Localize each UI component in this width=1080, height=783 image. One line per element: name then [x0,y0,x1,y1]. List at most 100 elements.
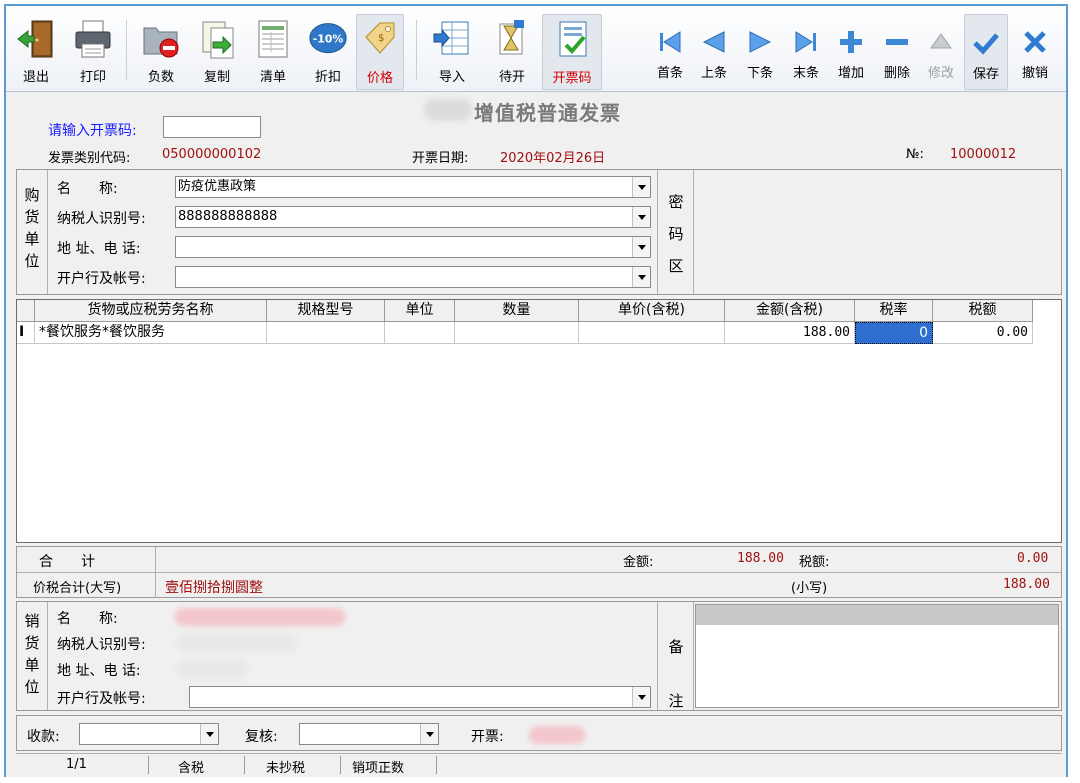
last-record-button[interactable]: 末条 [786,14,826,90]
cancel-button[interactable]: 撤销 [1012,14,1058,90]
next-record-button[interactable]: 下条 [740,14,780,90]
import-button[interactable]: 导入 [426,14,478,90]
save-label: 保存 [972,67,999,82]
status-page: 1/1 [66,757,87,772]
divider [47,170,48,294]
discount-badge-icon: -10% [309,23,347,54]
exit-button[interactable]: 退出 [12,14,60,90]
buyer-taxid-combo[interactable]: 888888888888 [175,206,651,228]
unit-cell[interactable] [385,322,455,344]
pending-button[interactable]: 待开 [486,14,538,90]
buyer-taxid-label: 纳税人识别号: [57,211,146,227]
buyer-name-label: 名 称: [57,181,118,197]
seller-bank-combo[interactable] [189,686,651,708]
negative-button[interactable]: 负数 [136,14,186,90]
unit-price-cell[interactable] [579,322,725,344]
redacted-seller-name [175,608,345,626]
status-tax-mode: 含税 [178,761,205,776]
buyer-label-char: 单 [24,230,40,248]
prev-record-button[interactable]: 上条 [694,14,734,90]
cipher-label-char: 区 [668,257,684,275]
buyer-label-char: 位 [24,252,40,270]
invoice-code-button[interactable]: 开票码 [542,14,602,90]
divider [657,602,658,710]
date-value: 2020年02月26日 [500,151,606,166]
spec-cell[interactable] [267,322,385,344]
chevron-down-icon[interactable] [632,207,650,227]
issuer-label: 开票: [471,729,504,745]
seller-label-char: 单 [24,656,40,674]
invoice-window: 退出 打印 负数 复制 清单 -10% 折扣 $ 价格 导入 待开 开票码 首条… [4,4,1068,777]
table-header: 税额 [933,300,1033,322]
remark-textarea[interactable] [695,604,1059,708]
grand-total-lower-label: (小写) [791,581,828,596]
invoice-form: 增值税普通发票 请输入开票码: 发票类别代码: 050000000102 开票日… [6,93,1066,777]
pending-label: 待开 [498,70,525,85]
total-tax-value: 0.00 [1017,551,1049,566]
status-divider [340,756,341,774]
import-sheet-icon [433,21,469,55]
seller-taxid-label: 纳税人识别号: [57,637,146,653]
reviewer-combo[interactable] [299,723,439,745]
chevron-down-icon[interactable] [632,237,650,257]
chevron-down-icon[interactable] [420,724,438,744]
buyer-vertical-label: 购 货 单 位 [23,184,41,272]
chevron-down-icon[interactable] [632,687,650,707]
amount-cell[interactable]: 188.00 [725,322,855,344]
payee-combo[interactable] [79,723,219,745]
divider [657,170,658,294]
tax-rate-cell[interactable]: 0 [855,322,933,344]
redacted-seller-address [177,660,247,678]
print-button[interactable]: 打印 [68,14,118,90]
list-label: 清单 [259,70,286,85]
divider [155,573,156,598]
negative-label: 负数 [147,70,174,85]
reviewer-label: 复核: [245,729,278,745]
chevron-down-icon[interactable] [200,724,218,744]
invoice-code-input[interactable] [163,116,261,138]
buyer-name-value: 防疫优惠政策 [178,179,257,194]
toolbar-separator [126,20,127,80]
status-divider [148,756,149,774]
buyer-address-combo[interactable] [175,236,651,258]
hourglass-icon [499,20,524,55]
quantity-cell[interactable] [455,322,579,344]
negative-folder-icon [143,27,179,58]
next-record-label: 下条 [746,66,773,81]
copy-button[interactable]: 复制 [192,14,242,90]
add-row-label: 增加 [837,66,864,81]
buyer-address-label: 地 址、电 话: [57,241,141,257]
first-record-button[interactable]: 首条 [650,14,690,90]
discount-button[interactable]: -10% 折扣 [302,14,354,90]
buyer-taxid-value: 888888888888 [178,209,278,224]
tax-amount-cell[interactable]: 0.00 [933,322,1033,344]
buyer-label-char: 购 [24,186,40,204]
remark-header-bar [696,605,1058,625]
divider [47,602,48,710]
chevron-down-icon[interactable] [632,177,650,197]
seller-name-label: 名 称: [57,611,118,627]
table-header: 单位 [385,300,455,322]
redacted-area [424,99,472,121]
chevron-down-icon[interactable] [632,267,650,287]
delete-row-button[interactable]: 删除 [876,14,918,90]
goods-name-cell[interactable]: *餐饮服务*餐饮服务 [35,322,267,344]
seller-label-char: 货 [24,634,40,652]
list-button[interactable]: 清单 [248,14,298,90]
grand-total-lower-value: 188.00 [1003,577,1050,592]
row-marker[interactable]: I [17,322,35,344]
add-row-button[interactable]: 增加 [830,14,872,90]
printer-icon [75,20,111,58]
grand-total-upper-value: 壹佰捌拾捌圆整 [165,580,263,596]
buyer-name-combo[interactable]: 防疫优惠政策 [175,176,651,198]
edit-label: 修改 [927,66,954,81]
save-button[interactable]: 保存 [964,14,1008,90]
toolbar: 退出 打印 负数 复制 清单 -10% 折扣 $ 价格 导入 待开 开票码 首条… [6,6,1066,92]
price-button[interactable]: $ 价格 [356,14,404,90]
toolbar-separator [416,20,417,80]
edit-button[interactable]: 修改 [920,14,962,90]
date-label: 开票日期: [412,151,469,166]
remark-label-char: 备 [668,638,684,656]
buyer-bank-combo[interactable] [175,266,651,288]
copy-label: 复制 [203,70,230,85]
